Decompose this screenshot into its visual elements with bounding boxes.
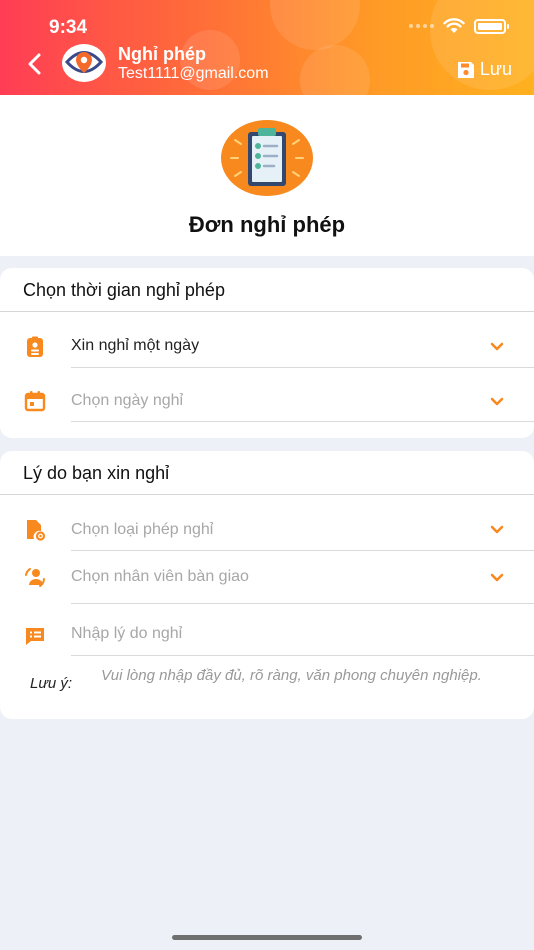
leave-duration-value: Xin nghỉ một ngày xyxy=(71,337,200,354)
chevron-down-icon xyxy=(490,397,504,406)
app-header: 9:34 Nghỉ phép Test1111@gmail.com Lưu xyxy=(0,0,534,95)
battery-icon xyxy=(474,18,509,34)
form-title: Đơn nghỉ phép xyxy=(188,212,346,237)
leave-time-section-title: Chọn thời gian nghỉ phép xyxy=(23,280,225,300)
note-text: Vui lòng nhập đầy đủ, rõ ràng, văn phong… xyxy=(101,667,482,684)
divider xyxy=(71,550,534,551)
divider xyxy=(71,603,534,604)
status-time: 9:34 xyxy=(49,17,88,38)
back-button[interactable] xyxy=(20,50,48,78)
calendar-icon xyxy=(24,391,46,412)
save-button[interactable]: Lưu xyxy=(456,59,512,80)
leave-date-placeholder: Chọn ngày nghỉ xyxy=(71,392,184,409)
divider xyxy=(0,311,534,312)
chevron-down-icon xyxy=(490,342,504,351)
chevron-down-icon xyxy=(490,573,504,582)
divider xyxy=(71,367,534,368)
save-icon xyxy=(457,61,474,78)
divider xyxy=(0,494,534,495)
header-title: Nghỉ phép xyxy=(118,44,206,64)
header-subtitle: Test1111@gmail.com xyxy=(118,65,269,82)
header-decoration xyxy=(300,45,370,95)
header-decoration xyxy=(270,0,360,50)
eye-pin-logo-icon xyxy=(64,51,104,73)
note-label: Lưu ý: xyxy=(30,675,73,692)
signal-icon xyxy=(409,24,434,28)
handover-employee-placeholder: Chọn nhân viên bàn giao xyxy=(71,568,249,585)
save-label: Lưu xyxy=(479,59,512,79)
home-indicator xyxy=(172,935,362,940)
app-logo xyxy=(62,44,106,82)
user-transfer-icon xyxy=(25,568,45,587)
reason-input-placeholder: Nhập lý do nghỉ xyxy=(71,625,183,642)
status-icons xyxy=(409,18,509,34)
divider xyxy=(71,655,534,656)
id-badge-icon xyxy=(27,336,43,357)
wifi-icon xyxy=(443,18,465,33)
chevron-left-icon xyxy=(28,53,41,75)
divider xyxy=(71,421,534,422)
clipboard-checklist-icon xyxy=(221,120,313,196)
file-settings-icon xyxy=(27,520,46,541)
message-list-icon xyxy=(26,628,44,645)
leave-reason-section-title: Lý do bạn xin nghỉ xyxy=(23,463,170,483)
leave-category-placeholder: Chọn loại phép nghỉ xyxy=(71,521,214,538)
chevron-down-icon xyxy=(490,525,504,534)
